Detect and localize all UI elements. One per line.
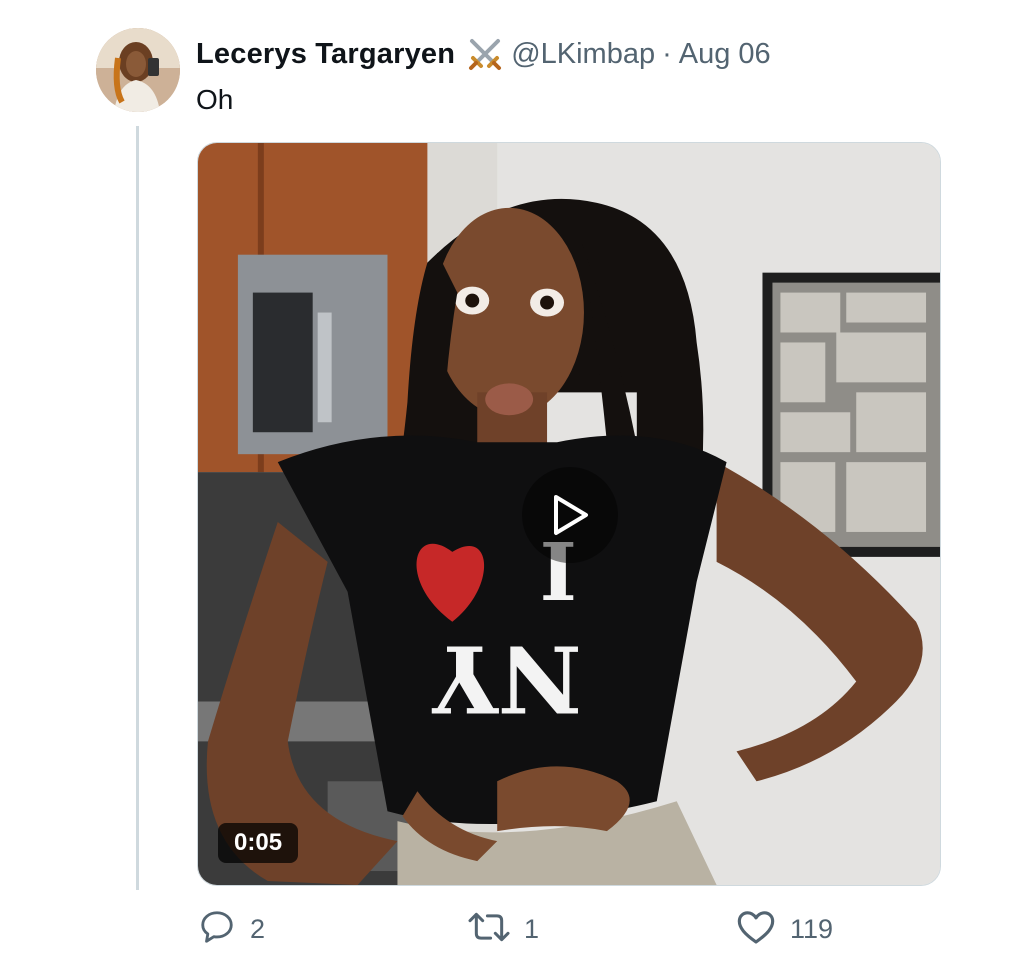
tweet-text: Oh bbox=[196, 84, 234, 115]
reply-button[interactable]: 2 bbox=[198, 904, 265, 954]
heart-icon bbox=[736, 908, 776, 951]
svg-text:NY: NY bbox=[431, 625, 582, 733]
video-player[interactable]: I NY 0:05 bbox=[197, 142, 941, 886]
video-duration: 0:05 bbox=[218, 823, 299, 863]
play-button[interactable] bbox=[522, 467, 618, 563]
display-name[interactable]: Lecerys Targaryen bbox=[196, 38, 455, 71]
tweet-date[interactable]: Aug 06 bbox=[679, 38, 771, 71]
retweet-count: 1 bbox=[524, 913, 540, 944]
action-bar: 2 1 119 bbox=[196, 904, 896, 954]
retweet-button[interactable]: 1 bbox=[468, 904, 539, 954]
reply-count: 2 bbox=[250, 913, 266, 944]
thread-line bbox=[136, 126, 139, 890]
retweet-icon bbox=[468, 908, 510, 951]
user-handle[interactable]: @LKimbap bbox=[511, 38, 655, 71]
reply-icon bbox=[198, 908, 236, 951]
avatar[interactable] bbox=[96, 28, 180, 112]
separator-dot: · bbox=[662, 37, 672, 70]
like-button[interactable]: 119 bbox=[736, 904, 833, 954]
tweet-header: Lecerys Targaryen @LKimbap · Aug 06 bbox=[196, 34, 771, 74]
avatar-image bbox=[96, 28, 180, 112]
play-icon bbox=[554, 495, 588, 535]
like-count: 119 bbox=[790, 913, 834, 944]
crossed-swords-icon bbox=[467, 36, 503, 72]
